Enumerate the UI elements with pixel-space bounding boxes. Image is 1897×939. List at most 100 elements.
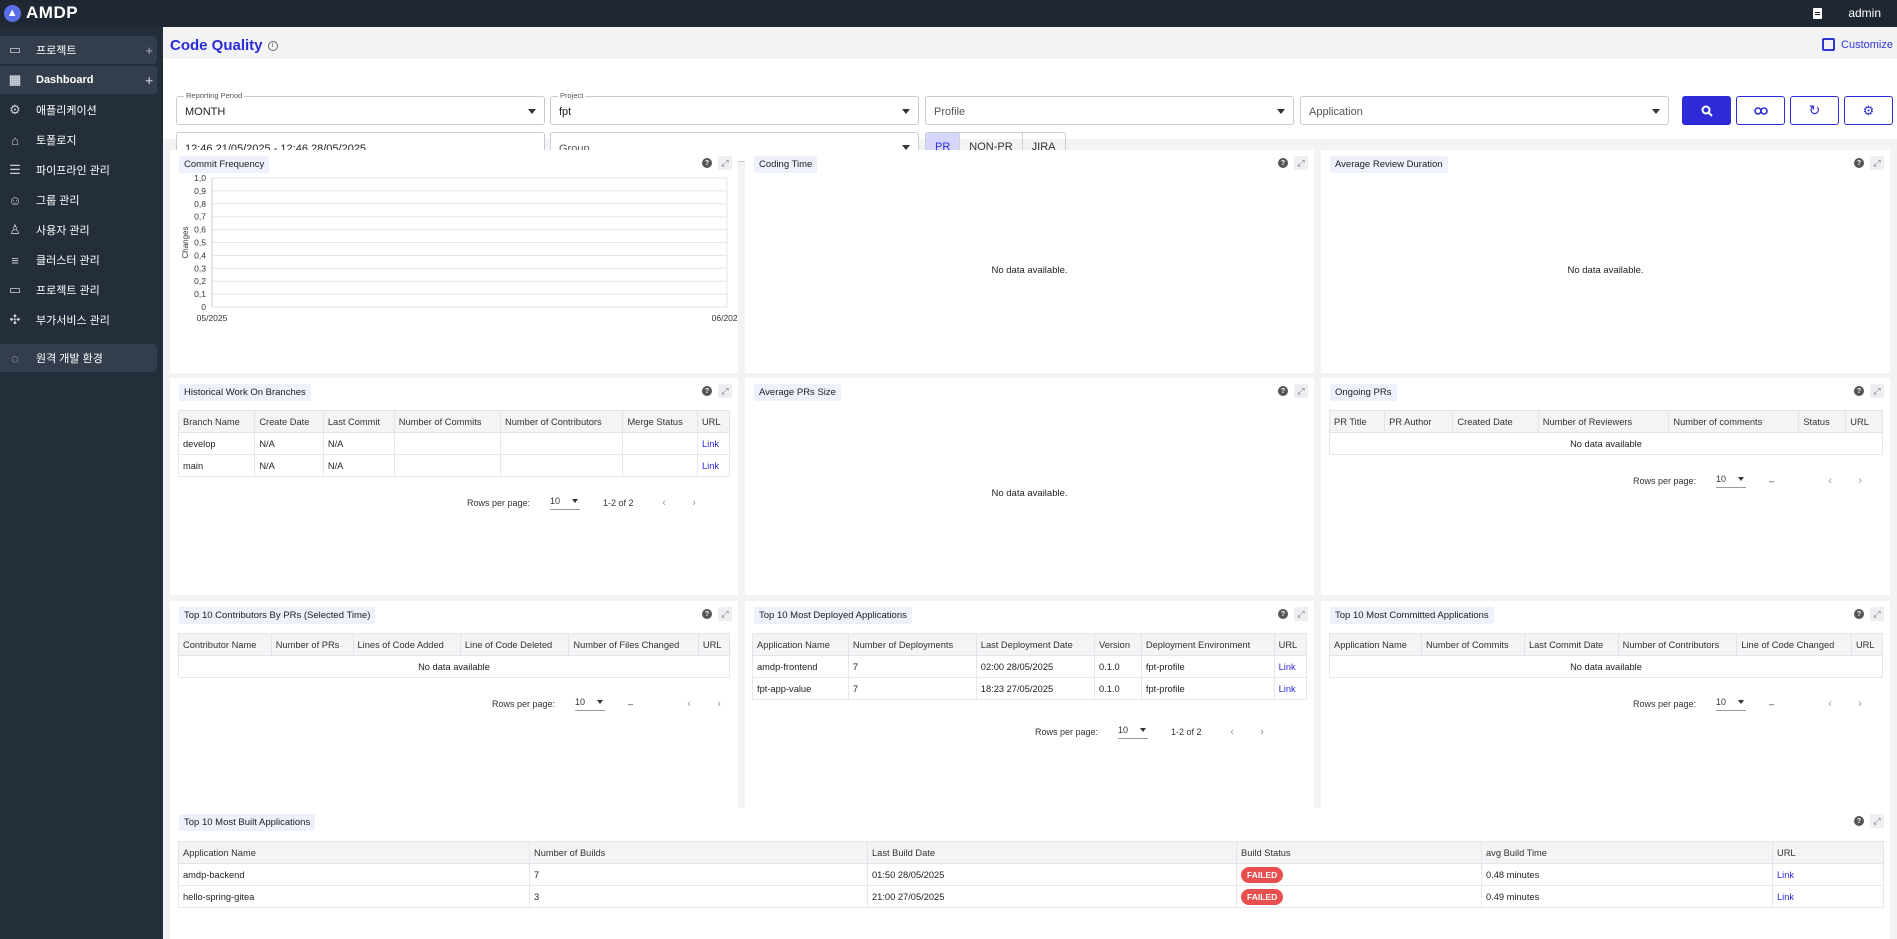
url-link[interactable]: Link xyxy=(1273,655,1308,678)
column-header[interactable]: Merge Status xyxy=(622,410,698,433)
help-icon[interactable]: ? xyxy=(1278,386,1288,396)
url-link[interactable]: Link xyxy=(1772,885,1884,908)
column-header[interactable]: Application Name xyxy=(752,633,849,656)
column-header[interactable]: Line of Code Changed xyxy=(1736,633,1852,656)
column-header[interactable]: Number of Builds xyxy=(529,841,868,864)
next-page-icon[interactable]: › xyxy=(1845,475,1875,487)
sidebar-item-application[interactable]: ⚙ 애플리케이션 xyxy=(0,96,157,124)
column-header[interactable]: Last Build Date xyxy=(867,841,1237,864)
help-icon[interactable]: ? xyxy=(1854,816,1864,826)
project-select[interactable]: Project fpt xyxy=(550,91,919,125)
plus-icon[interactable]: + xyxy=(145,73,153,88)
rows-per-page-select[interactable]: 10 xyxy=(550,496,581,510)
prev-page-icon[interactable]: ‹ xyxy=(649,497,679,509)
rows-per-page-select[interactable]: 10 xyxy=(1716,697,1747,711)
prev-page-icon[interactable]: ‹ xyxy=(1217,726,1247,738)
column-header[interactable]: Number of Commits xyxy=(393,410,502,433)
column-header[interactable]: Status xyxy=(1798,410,1847,433)
expand-icon[interactable]: ⤢ xyxy=(1870,384,1884,398)
rows-per-page-select[interactable]: 10 xyxy=(1716,474,1747,488)
column-header[interactable]: Number of Contributors xyxy=(500,410,624,433)
rows-per-page-select[interactable]: 10 xyxy=(1118,725,1149,739)
column-header[interactable]: Number of Reviewers xyxy=(1537,410,1670,433)
user-name[interactable]: admin xyxy=(1848,6,1881,20)
next-page-icon[interactable]: › xyxy=(704,698,734,710)
column-header[interactable]: Created Date xyxy=(1452,410,1539,433)
url-link[interactable]: Link xyxy=(1273,677,1308,700)
expand-icon[interactable]: ⤢ xyxy=(718,607,732,621)
sidebar-item-user[interactable]: ♙ 사용자 관리 xyxy=(0,216,157,244)
column-header[interactable]: Application Name xyxy=(1329,633,1422,656)
next-page-icon[interactable]: › xyxy=(1247,726,1277,738)
settings-button[interactable]: ⚙ xyxy=(1844,96,1893,125)
column-header[interactable]: Number of Commits xyxy=(1420,633,1525,656)
url-link[interactable]: Link xyxy=(1772,863,1884,886)
column-header[interactable]: Number of PRs xyxy=(270,633,354,656)
next-page-icon[interactable]: › xyxy=(679,497,709,509)
column-header[interactable]: Line of Code Deleted xyxy=(459,633,570,656)
sidebar-item-topology[interactable]: ⌂ 토폴로지 xyxy=(0,126,157,154)
sidebar-item-project[interactable]: ▭ 프로젝트 + xyxy=(0,36,157,64)
column-header[interactable]: URL xyxy=(1772,841,1884,864)
column-header[interactable]: Number of Files Changed xyxy=(568,633,699,656)
column-header[interactable]: Version xyxy=(1094,633,1142,656)
expand-icon[interactable]: ⤢ xyxy=(1294,384,1308,398)
column-header[interactable]: avg Build Time xyxy=(1481,841,1773,864)
app-logo[interactable]: ▲ AMDP xyxy=(4,3,78,23)
url-link[interactable]: Link xyxy=(696,432,731,455)
column-header[interactable]: Number of Deployments xyxy=(847,633,977,656)
column-header[interactable]: Number of Contributors xyxy=(1617,633,1738,656)
sidebar-item-remote-dev[interactable]: ◌ 원격 개발 환경 xyxy=(0,344,157,372)
column-header[interactable]: URL xyxy=(1850,633,1884,656)
search-button[interactable] xyxy=(1682,96,1731,125)
help-icon[interactable]: ? xyxy=(1278,158,1288,168)
expand-icon[interactable]: ⤢ xyxy=(718,384,732,398)
plus-icon[interactable]: + xyxy=(145,43,153,58)
expand-icon[interactable]: ⤢ xyxy=(1870,607,1884,621)
next-page-icon[interactable]: › xyxy=(1845,698,1875,710)
column-header[interactable]: Number of comments xyxy=(1668,410,1800,433)
reporting-period-select[interactable]: Reporting Period MONTH xyxy=(176,91,545,125)
help-icon[interactable]: ? xyxy=(1278,609,1288,619)
column-header[interactable]: Create Date xyxy=(254,410,324,433)
expand-icon[interactable]: ⤢ xyxy=(1870,156,1884,170)
sidebar-item-project-manage[interactable]: ▭ 프로젝트 관리 xyxy=(0,276,157,304)
help-icon[interactable]: ? xyxy=(1854,158,1864,168)
column-header[interactable]: Deployment Environment xyxy=(1140,633,1275,656)
link-button[interactable] xyxy=(1736,96,1785,125)
customize-button[interactable]: Customize xyxy=(1822,38,1893,51)
column-header[interactable]: PR Title xyxy=(1328,410,1386,433)
sidebar-item-addon[interactable]: ✣ 부가서비스 관리 xyxy=(0,306,157,334)
column-header[interactable]: Contributor Name xyxy=(178,633,272,656)
help-icon[interactable]: ? xyxy=(1854,386,1864,396)
refresh-button[interactable]: ↻ xyxy=(1790,96,1839,125)
expand-icon[interactable]: ⤢ xyxy=(1294,156,1308,170)
column-header[interactable]: URL xyxy=(1273,633,1308,656)
prev-page-icon[interactable]: ‹ xyxy=(1815,698,1845,710)
sidebar-item-dashboard[interactable]: ▦ Dashboard + xyxy=(0,66,157,94)
rows-per-page-select[interactable]: 10 xyxy=(575,697,606,711)
column-header[interactable]: Branch Name xyxy=(177,410,256,433)
prev-page-icon[interactable]: ‹ xyxy=(1815,475,1845,487)
column-header[interactable]: URL xyxy=(697,633,731,656)
column-header[interactable]: Last Commit Date xyxy=(1523,633,1619,656)
sidebar-item-pipeline[interactable]: ☰ 파이프라인 관리 xyxy=(0,156,157,184)
info-icon[interactable]: i xyxy=(267,40,278,51)
help-icon[interactable]: ? xyxy=(702,609,712,619)
help-icon[interactable]: ? xyxy=(1854,609,1864,619)
column-header[interactable]: PR Author xyxy=(1384,410,1454,433)
column-header[interactable]: Build Status xyxy=(1236,841,1482,864)
column-header[interactable]: Last Commit xyxy=(322,410,395,433)
column-header[interactable]: URL xyxy=(696,410,731,433)
application-select[interactable]: Application xyxy=(1300,96,1669,125)
sidebar-item-group[interactable]: ☺ 그룹 관리 xyxy=(0,186,157,214)
expand-icon[interactable]: ⤢ xyxy=(1870,814,1884,828)
column-header[interactable]: URL xyxy=(1845,410,1883,433)
help-icon[interactable]: ? xyxy=(702,386,712,396)
prev-page-icon[interactable]: ‹ xyxy=(674,698,704,710)
expand-icon[interactable]: ⤢ xyxy=(1294,607,1308,621)
sidebar-item-cluster[interactable]: ≡ 클러스터 관리 xyxy=(0,246,157,274)
profile-select[interactable]: Profile xyxy=(925,96,1294,125)
document-icon[interactable] xyxy=(1813,7,1823,19)
column-header[interactable]: Lines of Code Added xyxy=(352,633,461,656)
